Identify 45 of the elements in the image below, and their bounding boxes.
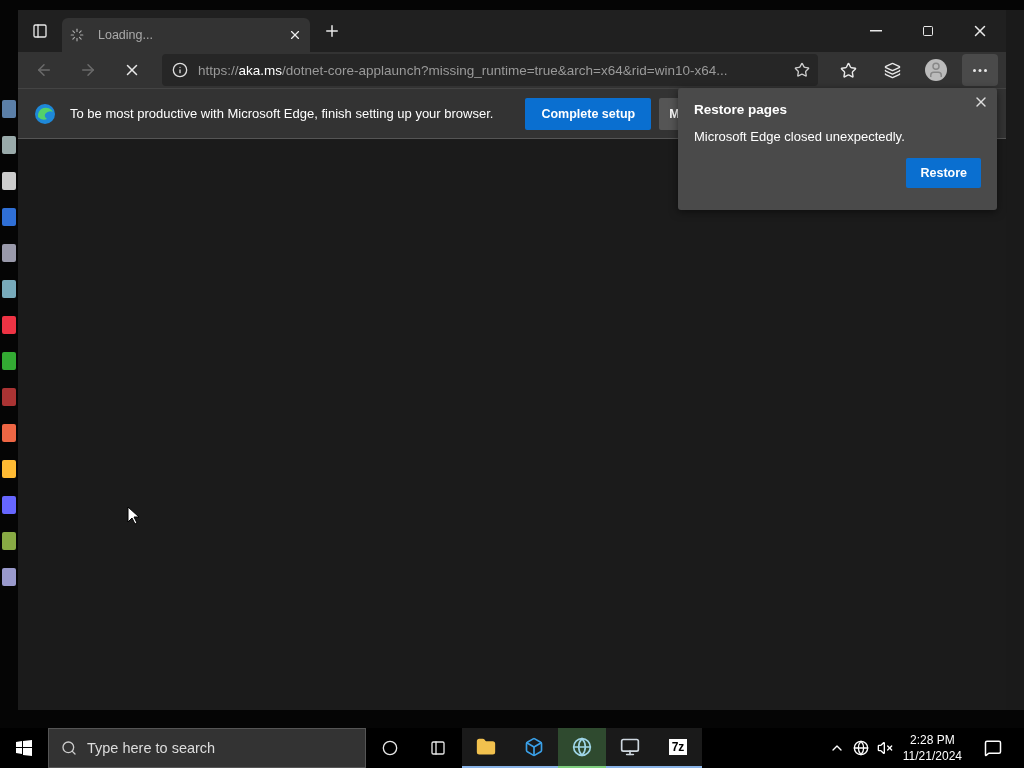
search-bar[interactable]: Type here to search — [48, 728, 366, 768]
search-field[interactable]: Type here to search — [85, 739, 353, 757]
menu-button[interactable] — [962, 54, 998, 86]
tab-title: Loading... — [98, 28, 154, 42]
taskbar-app[interactable] — [462, 728, 510, 768]
maximize-icon — [922, 25, 934, 37]
app-label: 7z — [668, 739, 688, 755]
taskbar-app[interactable] — [510, 728, 558, 768]
panel-icon — [32, 23, 48, 39]
back-icon — [35, 61, 53, 79]
infobar-button[interactable]: Complete setup — [525, 97, 652, 130]
volume-muted-icon[interactable] — [876, 740, 893, 756]
avatar-icon — [925, 59, 947, 81]
info-icon[interactable] — [172, 62, 188, 78]
popup-message: Microsoft Edge closed unexpectedly. — [694, 129, 906, 144]
folder-icon — [476, 737, 496, 757]
browser-tab[interactable]: Loading... — [62, 18, 310, 52]
url-text: https://aka.ms/dotnet-core-applaunch?missing_runtime=true&arch=x64&rid=win10-x64... — [198, 62, 728, 78]
restore-button[interactable]: Restore — [906, 158, 981, 188]
popup-title: Restore pages — [694, 102, 789, 117]
windows-logo-icon — [16, 740, 32, 756]
close-tab-icon[interactable] — [288, 28, 302, 42]
mouse-cursor-icon — [127, 506, 139, 525]
plus-icon — [323, 22, 341, 40]
minimize-icon — [870, 30, 882, 32]
collections-icon — [883, 61, 901, 79]
taskbar-app[interactable]: 7z — [654, 728, 702, 768]
star-icon — [839, 61, 857, 79]
address-bar[interactable]: https://aka.ms/dotnet-core-applaunch?missing_runtime=true&arch=x64&rid=win10-x64... — [162, 54, 818, 86]
taskbar-app[interactable] — [606, 728, 654, 768]
taskbar-app[interactable] — [558, 728, 606, 768]
clock[interactable]: 2:28 PM 11/21/2024 — [902, 732, 962, 764]
box-icon — [524, 737, 544, 757]
infobar-message: To be most productive with Microsoft Edge, finish setting up your browser. — [70, 106, 494, 121]
task-view-icon — [430, 740, 446, 756]
notifications-icon[interactable] — [984, 739, 1002, 757]
browser-logo-icon — [34, 102, 56, 125]
search-icon — [61, 740, 77, 756]
circle-icon — [382, 740, 398, 756]
more-icon — [973, 68, 987, 72]
forward-icon — [79, 61, 97, 79]
network-icon[interactable] — [852, 740, 869, 756]
globe-icon — [572, 737, 592, 757]
add-favorite-icon[interactable] — [794, 62, 810, 78]
computer-icon — [620, 737, 640, 757]
